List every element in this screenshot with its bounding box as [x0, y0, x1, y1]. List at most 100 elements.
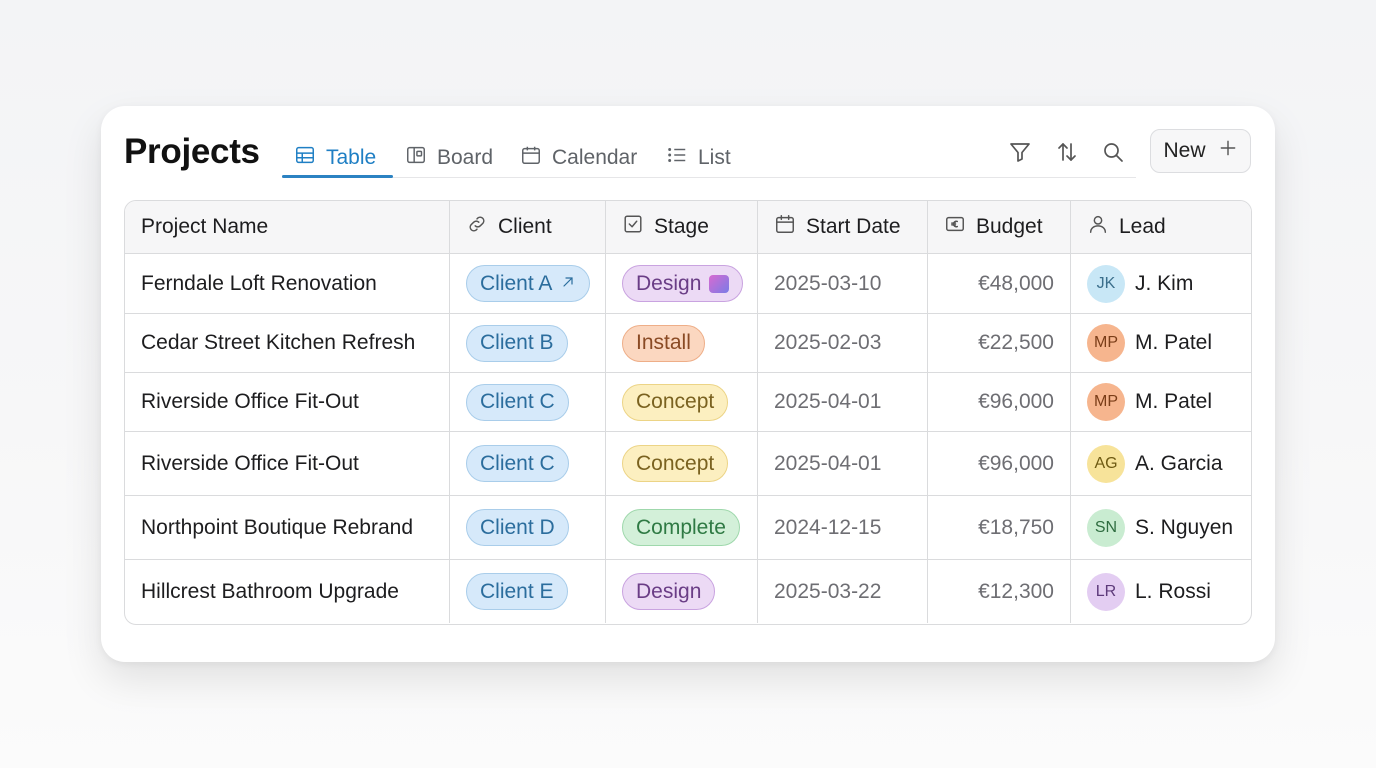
- table-row[interactable]: Ferndale Loft Renovation Client A Design 20…: [125, 254, 1251, 314]
- start-date-cell[interactable]: 2025-03-22: [758, 560, 928, 623]
- active-tab-indicator: [282, 175, 393, 178]
- column-label: Lead: [1119, 215, 1166, 238]
- stage-pill[interactable]: Install: [622, 324, 705, 362]
- stage-pill[interactable]: Complete: [622, 509, 740, 546]
- start-date: 2025-04-01: [774, 390, 882, 413]
- tab-list[interactable]: List: [666, 138, 731, 178]
- budget-cell[interactable]: €22,500: [928, 314, 1071, 373]
- column-header-budget[interactable]: Budget: [928, 201, 1071, 254]
- budget-cell[interactable]: €18,750: [928, 496, 1071, 560]
- project-name-cell[interactable]: Cedar Street Kitchen Refresh: [125, 314, 450, 373]
- client-pill[interactable]: Client B: [466, 324, 568, 362]
- budget-cell[interactable]: €96,000: [928, 373, 1071, 432]
- project-name: Cedar Street Kitchen Refresh: [141, 331, 416, 354]
- start-date: 2024-12-15: [774, 515, 882, 539]
- new-button[interactable]: New: [1150, 129, 1251, 173]
- column-header-lead[interactable]: Lead: [1071, 201, 1251, 254]
- client-cell[interactable]: Client C: [450, 432, 606, 496]
- table-row[interactable]: Riverside Office Fit-Out Client C Concept 2…: [125, 432, 1251, 496]
- sort-icon[interactable]: [1053, 138, 1081, 166]
- project-name: Hillcrest Bathroom Upgrade: [141, 579, 399, 603]
- tab-calendar[interactable]: Calendar: [520, 138, 637, 178]
- project-name-cell[interactable]: Northpoint Boutique Rebrand: [125, 496, 450, 560]
- budget-value: €12,300: [978, 579, 1054, 603]
- client-label: Client A: [480, 271, 553, 295]
- start-date-cell[interactable]: 2025-03-10: [758, 254, 928, 314]
- budget-cell[interactable]: €48,000: [928, 254, 1071, 314]
- start-date-cell[interactable]: 2025-04-01: [758, 432, 928, 496]
- avatar: LR: [1087, 572, 1125, 611]
- client-cell[interactable]: Client C: [450, 373, 606, 432]
- lead-cell[interactable]: AG A. Garcia: [1071, 432, 1251, 496]
- start-date-cell[interactable]: 2025-04-01: [758, 373, 928, 432]
- stage-cell[interactable]: Design: [606, 254, 758, 314]
- lead-cell[interactable]: MP M. Patel: [1071, 373, 1251, 432]
- column-header-start-date[interactable]: Start Date: [758, 201, 928, 254]
- start-date: 2025-04-01: [774, 451, 882, 475]
- start-date: 2025-03-22: [774, 579, 882, 603]
- project-name-cell[interactable]: Riverside Office Fit-Out: [125, 373, 450, 432]
- stage-cell[interactable]: Complete: [606, 496, 758, 560]
- column-header-client[interactable]: Client: [450, 201, 606, 254]
- stage-cell[interactable]: Concept: [606, 432, 758, 496]
- arrow-up-right-icon[interactable]: [560, 272, 576, 296]
- budget-value: €18,750: [978, 515, 1054, 539]
- client-cell[interactable]: Client E: [450, 560, 606, 623]
- table-row[interactable]: Riverside Office Fit-Out Client C Concept 2…: [125, 373, 1251, 432]
- lead-name: M. Patel: [1135, 390, 1213, 413]
- lead-name: J. Kim: [1135, 271, 1194, 295]
- table-row[interactable]: Hillcrest Bathroom Upgrade Client E Design…: [125, 560, 1251, 623]
- column-label: Start Date: [806, 215, 901, 238]
- search-icon[interactable]: [1099, 138, 1127, 166]
- stage-label: Concept: [636, 390, 715, 413]
- budget-cell[interactable]: €96,000: [928, 432, 1071, 496]
- client-cell[interactable]: Client A: [450, 254, 606, 314]
- client-pill[interactable]: Client C: [466, 445, 569, 482]
- filter-icon[interactable]: [1006, 138, 1034, 166]
- client-pill[interactable]: Client E: [466, 573, 568, 610]
- avatar: JK: [1087, 264, 1125, 303]
- avatar: SN: [1087, 508, 1125, 547]
- stage-pill[interactable]: Design: [622, 265, 744, 302]
- lead-cell[interactable]: MP M. Patel: [1071, 314, 1251, 373]
- table-row[interactable]: Cedar Street Kitchen Refresh Client B Inst…: [125, 314, 1251, 373]
- budget-value: €22,500: [978, 331, 1054, 354]
- column-label: Project Name: [141, 215, 269, 238]
- stage-pill[interactable]: Design: [622, 573, 716, 610]
- stage-cell[interactable]: Install: [606, 314, 758, 373]
- stage-pill[interactable]: Concept: [622, 383, 729, 421]
- client-pill[interactable]: Client D: [466, 509, 569, 546]
- page-title: Projects: [124, 132, 260, 171]
- start-date-cell[interactable]: 2025-02-03: [758, 314, 928, 373]
- lead-cell[interactable]: LR L. Rossi: [1071, 560, 1251, 623]
- column-header-stage[interactable]: Stage: [606, 201, 758, 254]
- tab-label: List: [698, 146, 731, 169]
- project-name: Riverside Office Fit-Out: [141, 451, 359, 475]
- stage-cell[interactable]: Concept: [606, 373, 758, 432]
- table-row[interactable]: Northpoint Boutique Rebrand Client D Compl…: [125, 496, 1251, 560]
- column-header-project-name[interactable]: Project Name: [125, 201, 450, 254]
- client-pill[interactable]: Client C: [466, 383, 569, 421]
- project-name: Northpoint Boutique Rebrand: [141, 515, 414, 539]
- tab-board[interactable]: Board: [405, 138, 493, 178]
- tab-label: Calendar: [552, 146, 638, 169]
- lead-cell[interactable]: SN S. Nguyen: [1071, 496, 1251, 560]
- stage-cell[interactable]: Design: [606, 560, 758, 623]
- project-name: Ferndale Loft Renovation: [141, 271, 377, 295]
- project-name-cell[interactable]: Hillcrest Bathroom Upgrade: [125, 560, 450, 623]
- budget-value: €96,000: [978, 451, 1054, 475]
- client-cell[interactable]: Client D: [450, 496, 606, 560]
- list-icon: [666, 144, 688, 172]
- project-name-cell[interactable]: Riverside Office Fit-Out: [125, 432, 450, 496]
- project-name-cell[interactable]: Ferndale Loft Renovation: [125, 254, 450, 314]
- client-cell[interactable]: Client B: [450, 314, 606, 373]
- start-date-cell[interactable]: 2024-12-15: [758, 496, 928, 560]
- projects-table: Project Name Client Stage Start Date Bud…: [124, 200, 1252, 625]
- stage-pill[interactable]: Concept: [622, 445, 729, 482]
- budget-cell[interactable]: €12,300: [928, 560, 1071, 623]
- client-pill[interactable]: Client A: [466, 265, 591, 302]
- link-icon: [466, 213, 488, 241]
- lead-cell[interactable]: JK J. Kim: [1071, 254, 1251, 314]
- tab-table[interactable]: Table: [294, 138, 376, 178]
- budget-value: €96,000: [978, 390, 1054, 413]
